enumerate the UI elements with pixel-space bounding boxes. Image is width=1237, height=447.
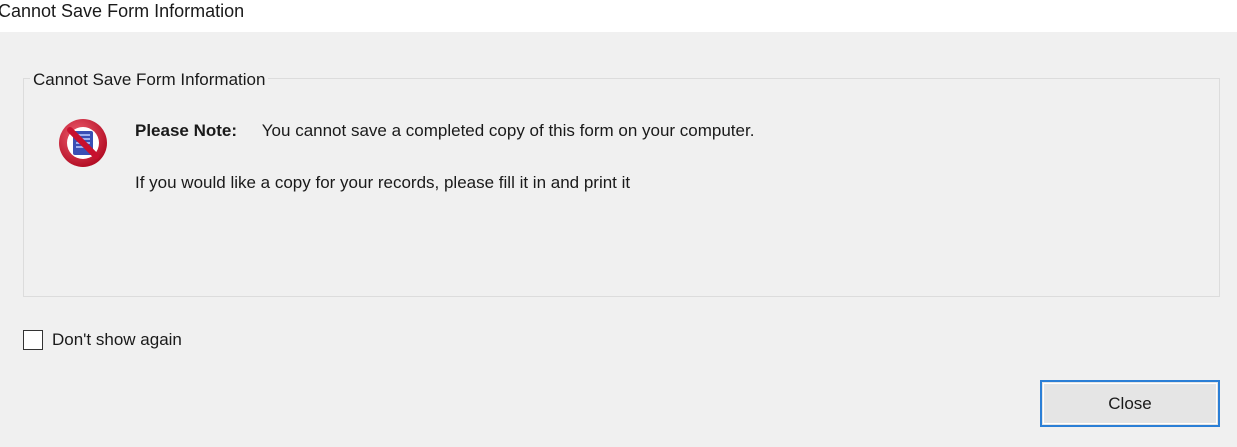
- print-advice-text: If you would like a copy for your record…: [135, 173, 631, 192]
- note-label: Please Note:: [135, 121, 238, 140]
- title-bar: Cannot Save Form Information: [0, 0, 1237, 32]
- close-button-label: Close: [1108, 393, 1152, 413]
- window-title: Cannot Save Form Information: [0, 1, 245, 21]
- note-line: Please Note: You cannot save a completed…: [135, 120, 754, 142]
- note-text: You cannot save a completed copy of this…: [261, 121, 755, 140]
- no-save-icon: [57, 117, 109, 169]
- groupbox-legend: Cannot Save Form Information: [30, 69, 269, 91]
- close-button[interactable]: Close: [1040, 380, 1220, 427]
- dont-show-again-label[interactable]: Don't show again: [52, 329, 182, 351]
- dont-show-again-checkbox[interactable]: [23, 330, 43, 350]
